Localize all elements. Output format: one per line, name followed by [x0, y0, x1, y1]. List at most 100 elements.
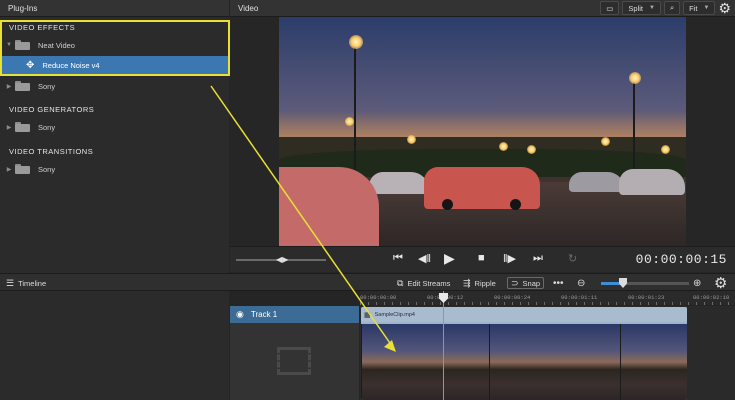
tree-item-label: Sony: [38, 81, 56, 91]
clip-thumbnail: [489, 324, 620, 400]
step-forward-icon[interactable]: ‖▶: [503, 252, 516, 265]
timecode-display: 00:00:00:15: [635, 252, 727, 267]
tree-item-neat-video[interactable]: ▼ Neat Video: [0, 36, 229, 54]
video-toolbar: ▭ Split ▼ ⌕ Fit ▼ ⚙: [600, 0, 731, 17]
snap-button[interactable]: ⊃ Snap: [507, 277, 545, 289]
street-lamp: [345, 117, 354, 126]
track-header[interactable]: ◉ Track 1: [230, 306, 359, 323]
tree-item-label: Neat Video: [38, 40, 75, 50]
timeline-title: Timeline: [18, 278, 47, 288]
step-back-icon[interactable]: ◀‖: [418, 252, 431, 265]
ruler-ticks: [360, 302, 735, 305]
chevron-down-icon: ▼: [648, 5, 655, 11]
edit-streams-button[interactable]: ⧉ Edit Streams: [397, 277, 450, 289]
eye-icon[interactable]: ◉: [236, 309, 244, 320]
expand-triangle-icon[interactable]: ▶: [6, 83, 12, 90]
stop-icon[interactable]: ■: [478, 252, 485, 264]
timeline-toolbar: ☰ Timeline ⧉ Edit Streams ⇶ Ripple ⊃ Sna…: [0, 273, 735, 292]
track-header-body: [230, 323, 359, 400]
expand-triangle-icon[interactable]: ▶: [6, 166, 12, 173]
shuttle-knob-icon[interactable]: ◀▶: [276, 255, 288, 264]
ruler-label: 00:00:02:10: [693, 294, 730, 301]
section-video-generators: VIDEO GENERATORS: [9, 105, 95, 114]
lamp-pole: [354, 37, 356, 182]
plugins-panel-title: Plug-Ins: [0, 0, 229, 17]
tree-item-label: Reduce Noise v4: [42, 60, 100, 70]
zoom-in-icon[interactable]: ⊕: [693, 277, 701, 289]
gear-icon[interactable]: ⚙: [718, 0, 731, 17]
tree-item-sony-effects[interactable]: ▶ Sony: [0, 77, 229, 95]
street-lamp: [661, 145, 670, 154]
folder-icon: [15, 164, 30, 174]
film-icon: ▦: [364, 311, 371, 319]
tree-item-label: Sony: [38, 164, 56, 174]
more-options-button[interactable]: •••: [553, 277, 564, 289]
ruler-label: 00:00:00:24: [494, 294, 531, 301]
play-icon[interactable]: ▶: [444, 250, 455, 267]
ripple-icon: ⇶: [463, 277, 471, 288]
zoom-search-button[interactable]: ⌕: [663, 1, 681, 15]
ruler-label: 00:00:01:23: [628, 294, 665, 301]
playhead-line[interactable]: [443, 291, 444, 400]
transport-bar: ◀▶ ⏮ ◀‖ ▶ ■ ‖▶ ⏭ ↻ 00:00:00:15: [230, 246, 735, 272]
car-foreground: [279, 167, 379, 246]
tree-item-sony-transitions[interactable]: ▶ Sony: [0, 160, 229, 178]
expand-triangle-icon[interactable]: ▼: [6, 42, 12, 48]
track-name: Track 1: [250, 310, 278, 319]
car-red: [424, 167, 540, 210]
snap-label: Snap: [522, 278, 541, 288]
plugins-panel: Plug-Ins VIDEO EFFECTS ▼ Neat Video ✥ Re…: [0, 0, 230, 400]
edit-streams-icon: ⧉: [397, 277, 404, 288]
plugin-icon: ✥: [26, 59, 35, 71]
street-lamp: [527, 145, 536, 154]
clip-header: ▦ SampleClip.mp4: [361, 307, 687, 322]
zoom-out-icon[interactable]: ⊖: [577, 277, 585, 289]
video-panel-title: Video: [238, 3, 259, 13]
zoom-slider-handle[interactable]: [619, 278, 627, 288]
wheel: [442, 199, 453, 210]
street-lamp: [349, 35, 363, 49]
snap-icon: ⊃: [511, 277, 519, 288]
video-panel-header: Video ▭ Split ▼ ⌕ Fit ▼ ⚙: [230, 0, 735, 17]
video-frame[interactable]: [279, 17, 686, 246]
timeline-settings-icon: ☰: [6, 277, 15, 288]
clip-thumbnail: [361, 324, 489, 400]
folder-icon: [15, 122, 30, 132]
go-start-icon[interactable]: ⏮: [393, 252, 403, 265]
split-view-button[interactable]: ▭: [600, 1, 620, 15]
video-clip[interactable]: ▦ SampleClip.mp4: [361, 307, 687, 400]
expand-triangle-icon[interactable]: ▶: [6, 124, 12, 131]
split-view-icon: ▭: [606, 3, 614, 13]
car-silver: [369, 172, 429, 194]
chevron-down-icon: ▼: [703, 5, 710, 11]
street-lamp: [499, 142, 508, 151]
folder-icon: [15, 40, 30, 50]
fit-dropdown[interactable]: Fit ▼: [683, 1, 716, 15]
go-end-icon[interactable]: ⏭: [533, 252, 543, 265]
tree-item-label: Sony: [38, 122, 56, 132]
section-video-transitions: VIDEO TRANSITIONS: [9, 147, 94, 156]
gear-icon[interactable]: ⚙: [714, 274, 727, 292]
search-icon: ⌕: [669, 3, 675, 12]
tree-item-reduce-noise[interactable]: ✥ Reduce Noise v4: [0, 56, 229, 74]
fit-label: Fit: [689, 3, 698, 13]
car-gray: [569, 172, 624, 192]
wheel: [510, 199, 521, 210]
tree-item-sony-generators[interactable]: ▶ Sony: [0, 118, 229, 136]
street-lamp: [629, 72, 641, 84]
folder-icon: [15, 81, 30, 91]
timeline-ruler[interactable]: 00:00:00:00 00:00:00:12 00:00:00:24 00:0…: [360, 291, 735, 305]
zoom-slider[interactable]: [601, 282, 689, 285]
film-placeholder-icon: [277, 347, 311, 375]
timeline-title-group: ☰ Timeline: [6, 277, 46, 289]
clip-name: SampleClip.mp4: [374, 311, 415, 318]
loop-icon[interactable]: ↻: [568, 252, 577, 265]
edit-streams-label: Edit Streams: [407, 278, 451, 288]
split-dropdown[interactable]: Split ▼: [622, 1, 661, 15]
clip-thumbnail: [620, 324, 687, 400]
video-preview-area: [230, 17, 735, 246]
ruler-label: 00:00:00:00: [360, 294, 397, 301]
section-video-effects: VIDEO EFFECTS: [9, 23, 76, 32]
ripple-button[interactable]: ⇶ Ripple: [463, 277, 496, 289]
street-lamp: [407, 135, 416, 144]
